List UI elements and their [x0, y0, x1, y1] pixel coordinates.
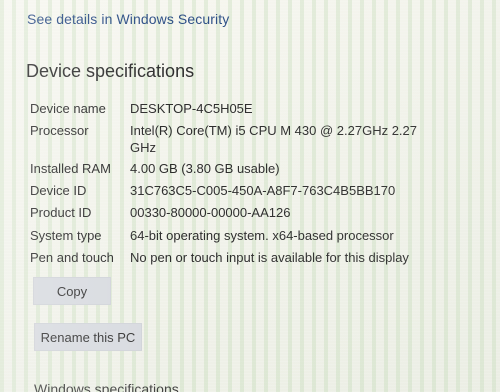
- installed-ram-value: 4.00 GB (3.80 GB usable): [130, 161, 280, 176]
- device-id-value: 31C763C5-C005-450A-A8F7-763C4B5BB170: [130, 183, 396, 198]
- device-specifications-title: Device specifications: [26, 61, 195, 81]
- pen-touch-value: No pen or touch input is available for t…: [130, 250, 409, 265]
- product-id-value: 00330-80000-00000-AA126: [130, 205, 291, 220]
- system-type-label: System type: [30, 228, 102, 243]
- windows-specifications-partial: Windows specifications: [34, 381, 179, 392]
- device-name-value: DESKTOP-4C5H05E: [130, 101, 253, 116]
- settings-screen: See details in Windows Security Device s…: [0, 0, 500, 392]
- installed-ram-label: Installed RAM: [30, 161, 111, 176]
- product-id-label: Product ID: [30, 205, 92, 220]
- processor-value-line2: GHz: [130, 140, 156, 155]
- system-type-value: 64-bit operating system. x64-based proce…: [130, 228, 394, 243]
- see-details-link[interactable]: See details in Windows Security: [27, 11, 229, 27]
- device-name-label: Device name: [30, 101, 106, 116]
- device-id-label: Device ID: [30, 183, 87, 198]
- processor-label: Processor: [30, 123, 89, 138]
- rename-this-pc-button[interactable]: Rename this PC: [34, 323, 142, 351]
- copy-button[interactable]: Copy: [33, 277, 111, 305]
- processor-row: Processor Intel(R) Core(TM) i5 CPU M 430…: [30, 122, 470, 156]
- processor-value-line1: Intel(R) Core(TM) i5 CPU M 430 @ 2.27GHz…: [130, 123, 418, 138]
- pen-touch-label: Pen and touch: [30, 250, 114, 265]
- processor-value: Intel(R) Core(TM) i5 CPU M 430 @ 2.27GHz…: [130, 122, 430, 156]
